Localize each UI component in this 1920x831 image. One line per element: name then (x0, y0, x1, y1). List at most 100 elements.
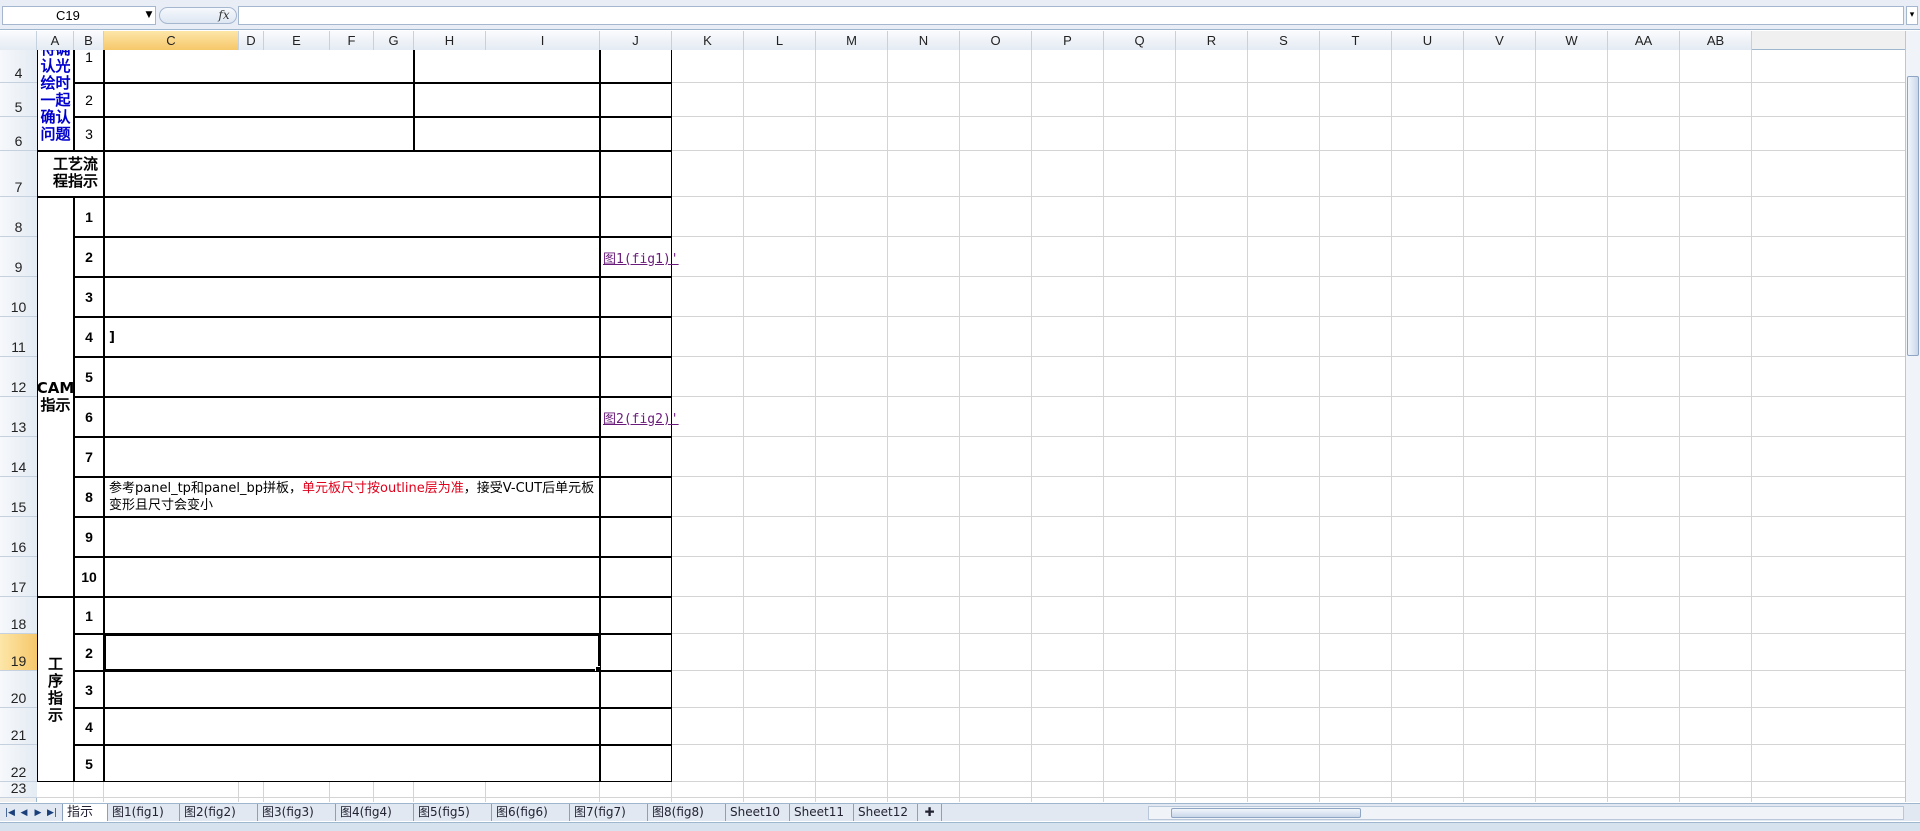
column-header-g[interactable]: G (374, 31, 414, 50)
confirm-item-cell[interactable] (600, 83, 672, 117)
column-header-a[interactable]: A (37, 31, 74, 50)
cam-item-cell[interactable] (600, 517, 672, 557)
worksheet-grid[interactable]: 待确认光绘时一起确认问题 1 2 3 工艺流程指示 CAM指示 1 2 图1(fig1)' 3 4]… (37, 50, 1905, 802)
confirm-item-cell[interactable] (104, 50, 414, 83)
column-header-b[interactable]: B (74, 31, 104, 50)
cam-item-cell[interactable]: ] (104, 317, 600, 357)
row-header-13[interactable]: 13 (0, 397, 37, 437)
procedure-item-cell[interactable] (600, 634, 672, 671)
column-header-k[interactable]: K (672, 31, 744, 50)
row-header-14[interactable]: 14 (0, 437, 37, 477)
row-header-8[interactable]: 8 (0, 197, 37, 237)
procedure-item-cell[interactable] (104, 708, 600, 745)
row-header-4[interactable]: 4 (0, 50, 37, 83)
column-header-t[interactable]: T (1320, 31, 1392, 50)
cam-item-cell[interactable] (600, 437, 672, 477)
procedure-item-cell[interactable] (600, 745, 672, 782)
cam-item-cell[interactable] (104, 197, 600, 237)
cam-item-cell[interactable] (600, 277, 672, 317)
sheet-tab[interactable]: 图4(fig4) (336, 804, 414, 821)
column-header-q[interactable]: Q (1104, 31, 1176, 50)
fig1-link[interactable]: 图1(fig1)' (603, 248, 679, 267)
column-header-aa[interactable]: AA (1608, 31, 1680, 50)
function-icon[interactable]: fx (215, 6, 233, 25)
column-header-h[interactable]: H (414, 31, 486, 50)
confirm-item-cell[interactable] (414, 50, 600, 83)
sheet-tab[interactable]: 图8(fig8) (648, 804, 726, 821)
sheet-tab[interactable]: 图1(fig1) (108, 804, 180, 821)
cam-item-cell[interactable]: 参考panel_tp和panel_bp拼板，单元板尺寸按outline层为准，接… (104, 477, 600, 517)
cam-item-cell[interactable] (600, 557, 672, 597)
procedure-item-cell[interactable] (104, 597, 600, 634)
column-header-d[interactable]: D (239, 31, 264, 50)
sheet-tab[interactable]: 图7(fig7) (570, 804, 648, 821)
cam-item-cell[interactable]: 图2(fig2)' (600, 397, 679, 437)
row-header-5[interactable]: 5 (0, 83, 37, 117)
row-header-7[interactable]: 7 (0, 151, 37, 197)
cam-item-cell[interactable]: 图1(fig1)' (600, 237, 679, 277)
column-header-n[interactable]: N (888, 31, 960, 50)
confirm-item-cell[interactable] (104, 117, 414, 151)
confirm-item-cell[interactable] (600, 117, 672, 151)
confirm-item-cell[interactable] (414, 117, 600, 151)
confirm-item-cell[interactable] (104, 83, 414, 117)
next-sheet-icon[interactable]: ▶ (32, 806, 44, 820)
name-box[interactable]: C19 (2, 6, 156, 25)
prev-sheet-icon[interactable]: ◀ (18, 806, 30, 820)
column-header-v[interactable]: V (1464, 31, 1536, 50)
column-header-e[interactable]: E (264, 31, 330, 50)
row-header-9[interactable]: 9 (0, 237, 37, 277)
row-header-18[interactable]: 18 (0, 597, 37, 634)
select-all-corner[interactable] (0, 31, 37, 50)
sheet-tab[interactable]: 图3(fig3) (258, 804, 336, 821)
procedure-item-cell[interactable] (600, 597, 672, 634)
cam-item-cell[interactable] (104, 437, 600, 477)
vertical-scrollbar[interactable] (1905, 31, 1920, 802)
confirm-item-cell[interactable] (414, 83, 600, 117)
process-cell[interactable] (104, 151, 600, 197)
procedure-item-cell[interactable] (104, 745, 600, 782)
column-header-p[interactable]: P (1032, 31, 1104, 50)
process-cell[interactable] (600, 151, 672, 197)
cam-item-cell[interactable] (104, 397, 600, 437)
sheet-tab[interactable]: 图5(fig5) (414, 804, 492, 821)
sheet-tab[interactable]: 指示 (62, 804, 108, 821)
row-header-15[interactable]: 15 (0, 477, 37, 517)
fig2-link[interactable]: 图2(fig2)' (603, 408, 679, 427)
expand-formula-bar-icon[interactable]: ▾ (1906, 6, 1918, 25)
cam-item-cell[interactable] (104, 557, 600, 597)
confirm-item-cell[interactable] (600, 50, 672, 83)
horizontal-scrollbar[interactable] (1148, 806, 1904, 820)
cam-item-cell[interactable] (600, 197, 672, 237)
column-header-i[interactable]: I (486, 31, 600, 50)
sheet-tab[interactable]: 图6(fig6) (492, 804, 570, 821)
sheet-tab[interactable]: Sheet12 (854, 804, 918, 821)
sheet-tab[interactable]: Sheet10 (726, 804, 790, 821)
row-header-16[interactable]: 16 (0, 517, 37, 557)
row-header-6[interactable]: 6 (0, 117, 37, 151)
column-header-m[interactable]: M (816, 31, 888, 50)
first-sheet-icon[interactable]: |◀ (4, 806, 16, 820)
column-header-w[interactable]: W (1536, 31, 1608, 50)
row-header-12[interactable]: 12 (0, 357, 37, 397)
column-header-s[interactable]: S (1248, 31, 1320, 50)
row-header-11[interactable]: 11 (0, 317, 37, 357)
cam-item-cell[interactable] (104, 357, 600, 397)
row-header-22[interactable]: 22 (0, 745, 37, 782)
cam-item-cell[interactable] (600, 317, 672, 357)
column-header-f[interactable]: F (330, 31, 374, 50)
column-header-r[interactable]: R (1176, 31, 1248, 50)
chevron-down-icon[interactable]: ▼ (143, 6, 155, 25)
row-header-19[interactable]: 19 (0, 634, 37, 671)
cam-item-cell[interactable] (104, 517, 600, 557)
procedure-item-cell[interactable] (600, 708, 672, 745)
row-header-20[interactable]: 20 (0, 671, 37, 708)
column-header-l[interactable]: L (744, 31, 816, 50)
row-header-17[interactable]: 17 (0, 557, 37, 597)
row-header-10[interactable]: 10 (0, 277, 37, 317)
column-header-j[interactable]: J (600, 31, 672, 50)
procedure-item-cell[interactable] (600, 671, 672, 708)
row-header-21[interactable]: 21 (0, 708, 37, 745)
horizontal-scroll-thumb[interactable] (1171, 808, 1361, 818)
insert-sheet-icon[interactable]: ✚ (918, 804, 942, 821)
